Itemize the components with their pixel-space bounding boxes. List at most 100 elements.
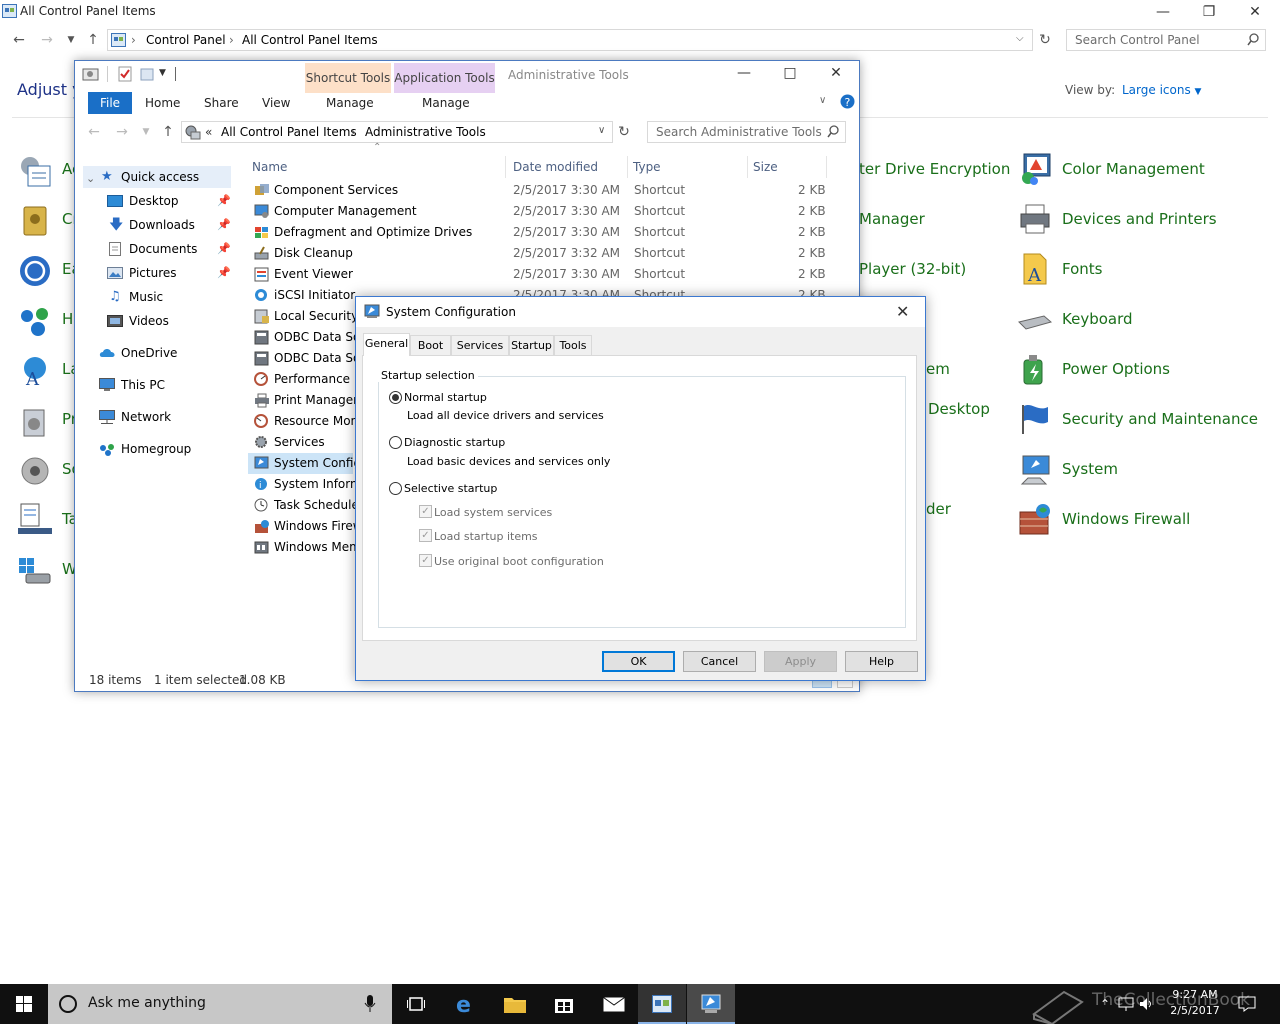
microphone-icon[interactable] — [364, 995, 376, 1013]
checkbox-load-startup-items[interactable]: ✓ — [419, 529, 432, 542]
nav-quick-access[interactable]: ⌄ ★ Quick access — [83, 166, 231, 188]
address-dropdown-icon[interactable]: ⌵ — [1016, 33, 1024, 44]
refresh-icon[interactable]: ↻ — [613, 121, 635, 143]
task-view-button[interactable] — [392, 984, 440, 1024]
tab-tools[interactable]: Tools — [554, 335, 592, 356]
cp-item-windows-firewall[interactable]: Windows Firewall — [1062, 510, 1190, 528]
crumb-all-items[interactable]: All Control Panel Items — [221, 125, 357, 139]
minimize-button[interactable]: — — [721, 61, 767, 85]
radio-normal-startup[interactable] — [389, 391, 402, 404]
nav-onedrive[interactable]: OneDrive — [99, 342, 231, 364]
cp-item[interactable]: Manager — [859, 210, 925, 228]
up-icon[interactable]: ↑ — [82, 29, 104, 51]
label-selective-startup[interactable]: Selective startup — [404, 482, 497, 495]
radio-diagnostic-startup[interactable] — [389, 436, 402, 449]
tab-general[interactable]: General — [363, 333, 410, 356]
minimize-button[interactable]: — — [1140, 0, 1186, 24]
nav-downloads[interactable]: 🡇 Downloads 📌 — [107, 214, 231, 236]
cp-item-security-maintenance[interactable]: Security and Maintenance — [1062, 410, 1258, 428]
pin-icon[interactable]: 📌 — [217, 238, 231, 260]
action-center-icon[interactable] — [1238, 996, 1256, 1012]
cp-item-color-management[interactable]: Color Management — [1062, 160, 1205, 178]
network-status-icon[interactable] — [1118, 996, 1134, 1012]
tab-share[interactable]: Share — [204, 96, 239, 110]
nav-documents[interactable]: Documents 📌 — [107, 238, 231, 260]
cp-item-system[interactable]: System — [1062, 460, 1118, 478]
recent-dropdown-icon[interactable]: ▼ — [60, 29, 82, 51]
maximize-button[interactable]: □ — [767, 61, 813, 85]
tab-manage-shortcut[interactable]: Manage — [326, 96, 374, 110]
view-by-select[interactable]: Large icons ▼ — [1122, 83, 1201, 97]
cp-item[interactable]: Player (32-bit) — [859, 260, 966, 278]
table-row[interactable]: Disk Cleanup 2/5/2017 3:32 AM Shortcut 2 KB — [248, 243, 848, 264]
col-size[interactable]: Size — [753, 160, 778, 174]
apply-button[interactable]: Apply — [764, 651, 837, 672]
cp-item[interactable]: em — [926, 360, 950, 378]
col-date[interactable]: Date modified — [513, 160, 598, 174]
forward-icon[interactable]: → — [111, 121, 133, 143]
cancel-button[interactable]: Cancel — [683, 651, 756, 672]
ok-button[interactable]: OK — [602, 651, 675, 672]
close-button[interactable]: ✕ — [1232, 0, 1278, 24]
cp-search-input[interactable]: Search Control Panel — [1066, 29, 1266, 51]
refresh-icon[interactable]: ↻ — [1034, 29, 1056, 51]
col-name[interactable]: Name — [252, 160, 287, 174]
label-diagnostic-startup[interactable]: Diagnostic startup — [404, 436, 505, 449]
store-button[interactable] — [540, 984, 588, 1024]
tab-file[interactable]: File — [88, 92, 132, 114]
up-icon[interactable]: ↑ — [157, 121, 179, 143]
nav-this-pc[interactable]: This PC — [99, 374, 231, 396]
cp-item[interactable]: ter Drive Encryption — [859, 160, 1010, 178]
checkbox-original-boot-config[interactable]: ✓ — [419, 554, 432, 567]
expand-ribbon-icon[interactable]: ∨ — [819, 95, 826, 106]
tab-manage-application[interactable]: Manage — [422, 96, 470, 110]
pin-icon[interactable]: 📌 — [217, 190, 231, 212]
label-normal-startup[interactable]: Normal startup — [404, 391, 487, 404]
close-button[interactable]: ✕ — [813, 61, 859, 85]
tab-services[interactable]: Services — [451, 335, 509, 356]
nav-homegroup[interactable]: Homegroup — [99, 438, 231, 460]
nav-pictures[interactable]: Pictures 📌 — [107, 262, 231, 284]
nav-videos[interactable]: Videos — [107, 310, 231, 332]
explorer-search-input[interactable]: Search Administrative Tools — [647, 121, 846, 143]
properties-icon[interactable] — [82, 66, 100, 82]
crumb-admin-tools[interactable]: Administrative Tools — [365, 125, 486, 139]
cp-item-keyboard[interactable]: Keyboard — [1062, 310, 1133, 328]
address-dropdown-icon[interactable]: ∨ — [598, 125, 605, 136]
volume-icon[interactable] — [1138, 996, 1154, 1012]
tab-boot[interactable]: Boot — [410, 335, 451, 356]
back-icon[interactable]: ← — [8, 29, 30, 51]
clock[interactable]: 9:27 AM 2/5/2017 — [1160, 987, 1230, 1019]
cp-item-devices-printers[interactable]: Devices and Printers — [1062, 210, 1217, 228]
cp-item[interactable]: der — [926, 500, 951, 518]
cp-item[interactable]: Desktop — [928, 400, 990, 418]
back-icon[interactable]: ← — [83, 121, 105, 143]
col-type[interactable]: Type — [633, 160, 661, 174]
radio-selective-startup[interactable] — [389, 482, 402, 495]
control-panel-taskbar-button[interactable] — [638, 984, 686, 1024]
nav-desktop[interactable]: Desktop 📌 — [107, 190, 231, 212]
crumb-overflow[interactable]: « — [205, 125, 212, 139]
file-explorer-button[interactable] — [491, 984, 539, 1024]
table-row[interactable]: Defragment and Optimize Drives 2/5/2017 3… — [248, 222, 848, 243]
cp-address-input[interactable]: › Control Panel › All Control Panel Item… — [107, 29, 1033, 51]
table-row[interactable]: Event Viewer 2/5/2017 3:30 AM Shortcut 2 KB — [248, 264, 848, 285]
new-folder-icon[interactable] — [139, 66, 155, 82]
crumb-control-panel[interactable]: Control Panel — [146, 33, 226, 47]
checkbox-load-system-services[interactable]: ✓ — [419, 505, 432, 518]
crumb-all-items[interactable]: All Control Panel Items — [242, 33, 378, 47]
edge-button[interactable]: e — [443, 984, 491, 1024]
nav-network[interactable]: Network — [99, 406, 231, 428]
tab-home[interactable]: Home — [145, 96, 180, 110]
close-button[interactable]: ✕ — [896, 302, 909, 321]
pin-icon[interactable]: 📌 — [217, 214, 231, 236]
start-button[interactable] — [0, 984, 48, 1024]
customize-toolbar-icon[interactable]: ▼ — [159, 68, 166, 78]
restore-button[interactable]: ❐ — [1186, 0, 1232, 24]
forward-icon[interactable]: → — [36, 29, 58, 51]
table-row[interactable]: Computer Management 2/5/2017 3:30 AM Short… — [248, 201, 848, 222]
cp-item-fonts[interactable]: Fonts — [1062, 260, 1102, 278]
table-row[interactable]: Component Services 2/5/2017 3:30 AM Shortc… — [248, 180, 848, 201]
help-button[interactable]: Help — [845, 651, 918, 672]
recent-dropdown-icon[interactable]: ▼ — [135, 121, 157, 143]
